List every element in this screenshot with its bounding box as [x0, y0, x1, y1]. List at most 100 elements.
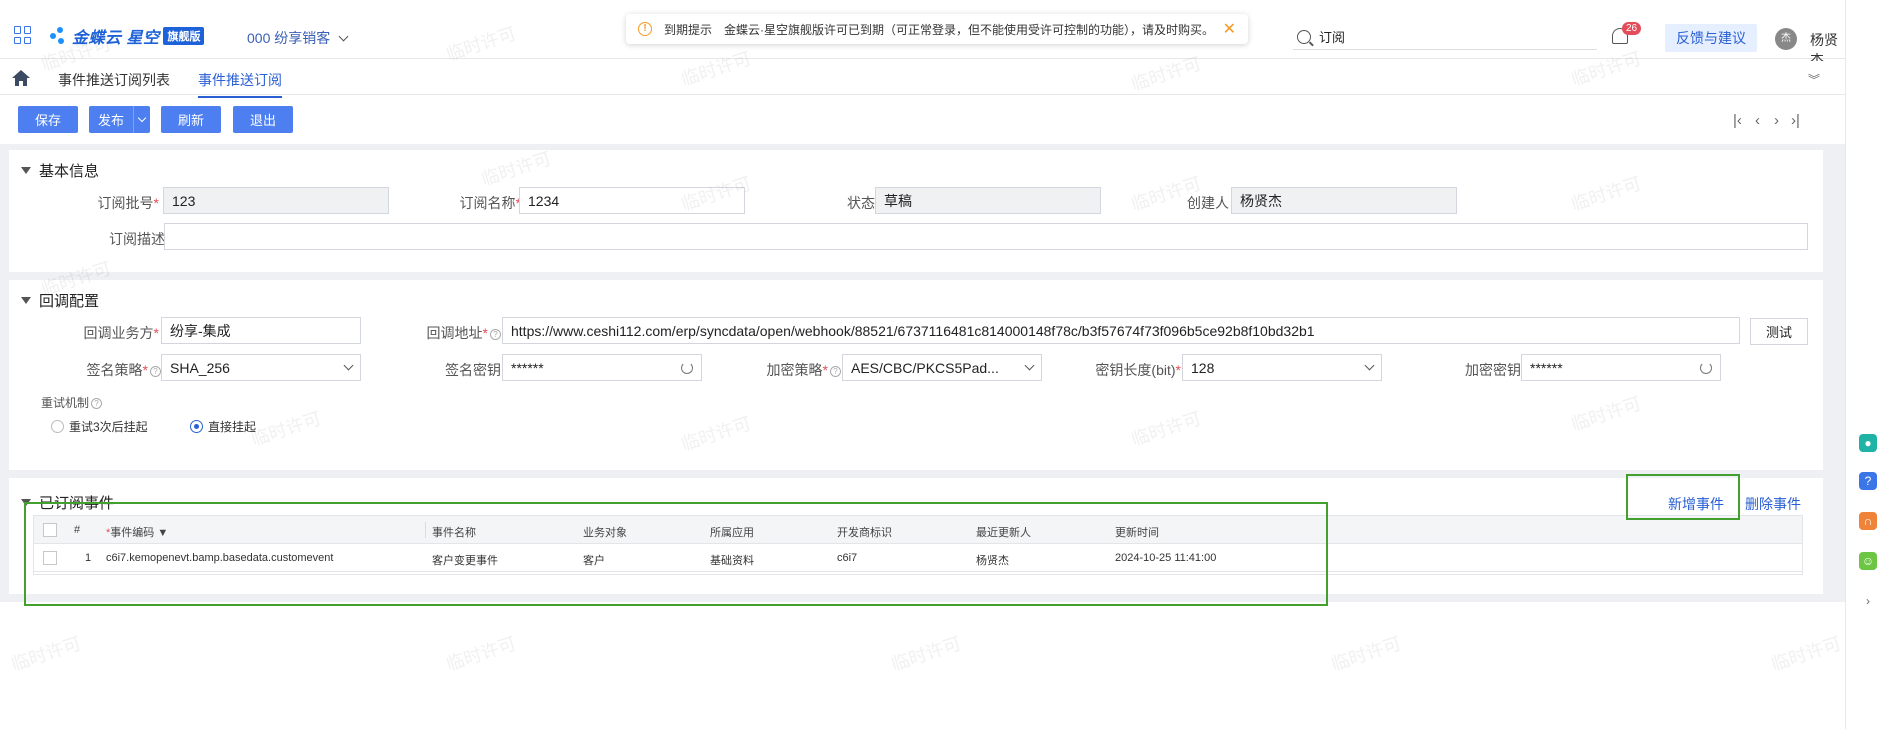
radio-unchecked[interactable] — [51, 420, 64, 433]
callback-config-panel: 回调配置 回调业务方* 纷享-集成 回调地址*? https://www.ces… — [9, 280, 1823, 470]
tab-subscription[interactable]: 事件推送订阅 — [198, 70, 282, 98]
basic-info-title: 基本信息 — [39, 163, 100, 180]
desc-label: 订阅描述 — [109, 231, 165, 247]
lightbulb-icon[interactable]: ● — [1859, 434, 1877, 452]
refresh-icon[interactable] — [681, 361, 693, 374]
help-icon: ? — [91, 398, 103, 410]
app-root: 金蝶云 星空 旗舰版 000 纷享销客 ! 到期提示 金蝶云·星空旗舰版许可已到… — [0, 0, 1894, 729]
search-icon — [1297, 29, 1311, 44]
name-field[interactable]: 1234 — [519, 187, 745, 214]
retry-option-three-label: 重试3次后挂起 — [69, 420, 148, 434]
collapse-triangle-icon — [21, 167, 31, 174]
notice-message: 金蝶云·星空旗舰版许可已到期（可正常登录，但不能使用受许可控制的功能），请及时购… — [724, 22, 1215, 37]
sign-key-value: ****** — [511, 359, 544, 376]
next-page-icon[interactable]: › — [1774, 112, 1779, 129]
close-icon[interactable]: ✕ — [1223, 19, 1236, 39]
key-length-select[interactable]: 128 — [1182, 354, 1382, 381]
encrypt-strategy-label: 加密策略*? — [729, 360, 841, 380]
refresh-button[interactable]: 刷新 — [161, 106, 221, 133]
watermark: 临时许可 — [443, 633, 519, 675]
creator-label: 创建人 — [1187, 195, 1229, 211]
encrypt-strategy-select[interactable]: AES/CBC/PKCS5Pad... — [842, 354, 1042, 381]
watermark: 临时许可 — [1768, 633, 1844, 675]
watermark: 临时许可 — [888, 633, 964, 675]
batch-field[interactable]: 123 — [163, 187, 389, 214]
sign-key-label: 签名密钥 — [445, 362, 501, 378]
radio-checked[interactable] — [190, 420, 203, 433]
callback-url-label: 回调地址*? — [389, 323, 501, 343]
highlight-box-events-table — [24, 502, 1328, 606]
help-icon: ? — [830, 365, 841, 377]
encrypt-key-label: 加密密钥 — [1465, 362, 1521, 378]
callback-config-header[interactable]: 回调配置 — [21, 290, 99, 311]
right-side-rail: ● ? ∩ ☺ › — [1845, 0, 1894, 729]
refresh-icon[interactable] — [1700, 361, 1712, 374]
form-content: 基本信息 订阅批号* 123 订阅名称* 1234 状态 草稿 创建人 杨贤杰 … — [0, 144, 1845, 606]
test-button[interactable]: 测试 — [1750, 318, 1808, 345]
chevron-down-icon — [338, 31, 349, 41]
save-button[interactable]: 保存 — [18, 106, 78, 133]
home-icon[interactable] — [12, 70, 30, 86]
retry-option-three[interactable]: 重试3次后挂起 — [51, 418, 148, 435]
chevron-down-icon — [1024, 360, 1035, 371]
status-label: 状态 — [847, 195, 875, 211]
publish-dropdown-button[interactable] — [133, 106, 150, 133]
key-length-value: 128 — [1191, 359, 1215, 376]
search-input[interactable]: 订阅 — [1319, 27, 1345, 46]
highlight-box-add-event — [1626, 474, 1740, 520]
encrypt-strategy-value: AES/CBC/PKCS5Pad... — [851, 359, 999, 376]
retry-option-direct-label: 直接挂起 — [208, 420, 257, 434]
notice-title: 到期提示 — [664, 22, 713, 37]
first-page-icon[interactable]: |‹ — [1733, 112, 1742, 129]
help-icon: ? — [490, 328, 501, 340]
smile-icon[interactable]: ☺ — [1859, 552, 1877, 570]
publish-button[interactable]: 发布 — [89, 106, 133, 133]
brand-logo: 金蝶云 星空 旗舰版 — [50, 24, 205, 48]
help-icon: ? — [150, 365, 161, 377]
double-chevron-down-icon[interactable]: ︾ — [1808, 71, 1820, 88]
collapse-triangle-icon — [21, 297, 31, 304]
name-label: 订阅名称* — [459, 195, 521, 211]
batch-label: 订阅批号* — [97, 195, 159, 211]
callback-config-title: 回调配置 — [39, 293, 100, 310]
search-box[interactable]: 订阅 — [1293, 24, 1597, 50]
status-field: 草稿 — [875, 187, 1101, 214]
sign-key-field[interactable]: ****** — [502, 354, 702, 381]
basic-info-header[interactable]: 基本信息 — [21, 160, 99, 181]
tenant-selector[interactable]: 000 纷享销客 — [247, 28, 349, 48]
retry-option-direct[interactable]: 直接挂起 — [190, 418, 256, 435]
tab-bar: 事件推送订阅列表 事件推送订阅 ︾ — [0, 61, 1845, 98]
license-expiry-notice: ! 到期提示 金蝶云·星空旗舰版许可已到期（可正常登录，但不能使用受许可控制的功… — [626, 14, 1248, 44]
basic-info-panel: 基本信息 订阅批号* 123 订阅名称* 1234 状态 草稿 创建人 杨贤杰 … — [9, 150, 1823, 272]
brand-name: 金蝶云 星空 — [72, 30, 160, 47]
sign-strategy-select[interactable]: SHA_256 — [161, 354, 361, 381]
notification-count-badge: 26 — [1622, 22, 1642, 35]
prev-page-icon[interactable]: ‹ — [1755, 112, 1760, 129]
callback-url-field[interactable]: https://www.ceshi112.com/erp/syncdata/op… — [502, 317, 1740, 344]
feedback-button[interactable]: 反馈与建议 — [1665, 24, 1757, 52]
chevron-right-icon[interactable]: › — [1859, 592, 1877, 610]
watermark: 临时许可 — [1328, 633, 1404, 675]
retry-label: 重试机制? — [41, 394, 103, 411]
chevron-down-icon — [343, 360, 354, 371]
exit-button[interactable]: 退出 — [233, 106, 293, 133]
app-grid-icon[interactable] — [14, 26, 32, 44]
delete-event-button[interactable]: 删除事件 — [1745, 494, 1801, 514]
chevron-down-icon — [1364, 360, 1375, 371]
tab-subscription-list[interactable]: 事件推送订阅列表 — [58, 70, 170, 90]
warning-icon: ! — [638, 22, 652, 36]
top-bar: 金蝶云 星空 旗舰版 000 纷享销客 ! 到期提示 金蝶云·星空旗舰版许可已到… — [0, 0, 1845, 68]
desc-field[interactable] — [164, 223, 1808, 250]
avatar[interactable]: 杰 — [1775, 28, 1797, 50]
watermark: 临时许可 — [8, 633, 84, 675]
last-page-icon[interactable]: ›| — [1791, 112, 1800, 129]
tenant-name: 000 纷享销客 — [247, 30, 331, 46]
logo-mark-icon — [50, 27, 68, 45]
creator-field: 杨贤杰 — [1231, 187, 1457, 214]
help-question-icon[interactable]: ? — [1859, 472, 1877, 490]
headset-icon[interactable]: ∩ — [1859, 512, 1877, 530]
encrypt-key-field[interactable]: ****** — [1521, 354, 1721, 381]
edition-badge: 旗舰版 — [163, 27, 205, 45]
chevron-down-icon — [137, 113, 147, 123]
callback-party-field[interactable]: 纷享-集成 — [161, 317, 361, 344]
